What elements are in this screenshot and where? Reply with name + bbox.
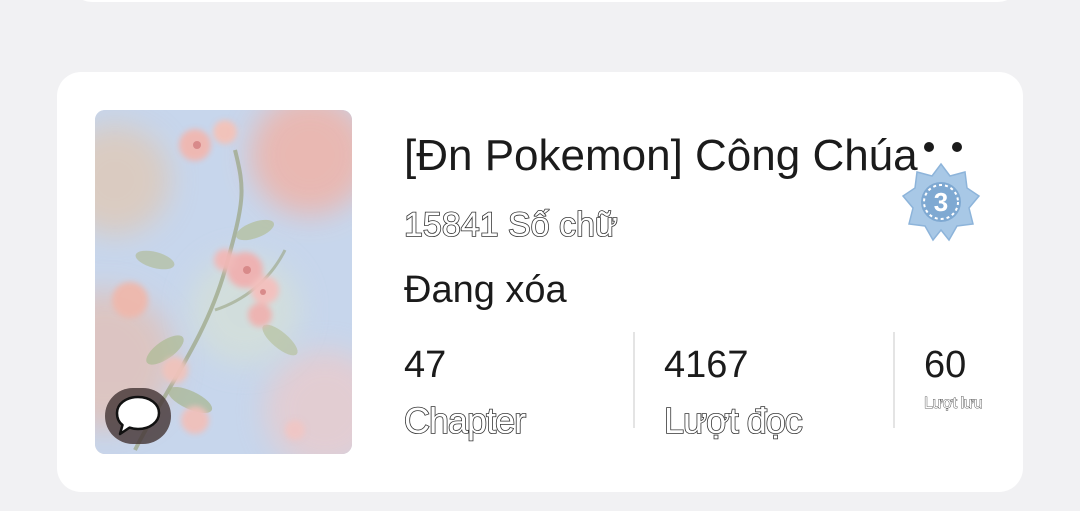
story-status: Đang xóa bbox=[404, 269, 567, 311]
chapter-count: 47 bbox=[404, 344, 447, 386]
read-count: 4167 bbox=[664, 344, 749, 386]
rank-badge-icon: 3 bbox=[901, 162, 981, 242]
comment-bubble-icon bbox=[115, 395, 161, 436]
word-count: 15841 Số chữ bbox=[403, 205, 618, 245]
save-count: 60 bbox=[924, 344, 967, 386]
chapter-label: Chapter bbox=[403, 399, 527, 442]
save-label: Lượt lưu bbox=[924, 395, 983, 413]
stat-divider bbox=[893, 332, 895, 428]
story-card[interactable]: [Đn Pokemon] Công Chúa 3 15841 Số chữ Đa… bbox=[57, 72, 1023, 492]
stat-divider bbox=[633, 332, 635, 428]
rank-badge: 3 bbox=[901, 162, 981, 242]
read-label: Lượt đọc bbox=[663, 399, 803, 442]
cover-image[interactable] bbox=[95, 110, 352, 454]
comment-button[interactable] bbox=[105, 388, 171, 444]
story-title[interactable]: [Đn Pokemon] Công Chúa bbox=[404, 128, 964, 184]
previous-card-edge bbox=[70, 0, 1020, 2]
rank-badge-number: 3 bbox=[934, 187, 948, 217]
more-dots-icon[interactable] bbox=[923, 140, 963, 154]
